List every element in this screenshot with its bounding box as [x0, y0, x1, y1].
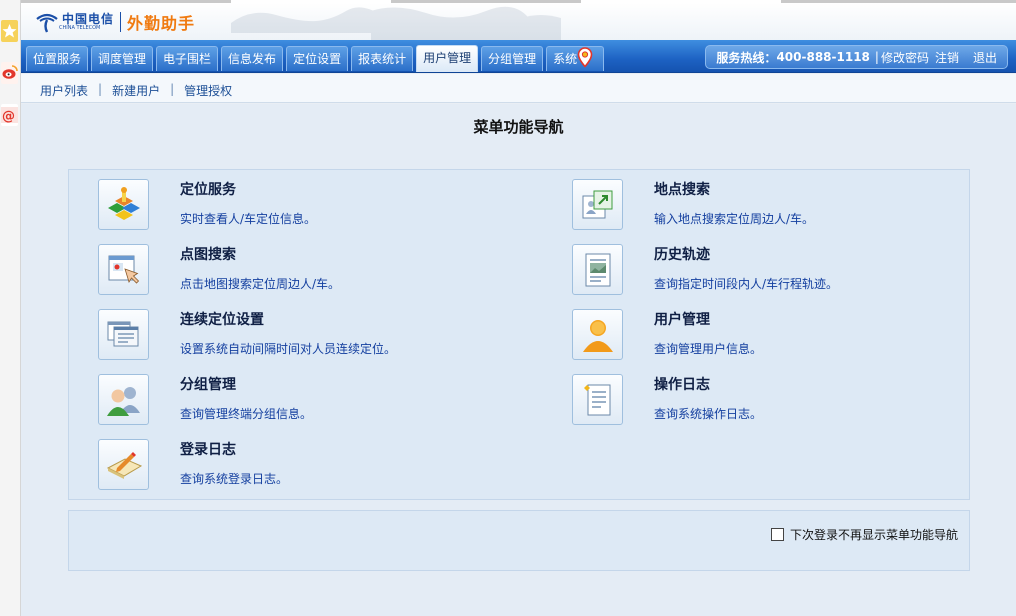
tab-info-publish[interactable]: 信息发布	[221, 46, 284, 71]
subnav-separator: |	[98, 82, 103, 96]
menu-item-history-track: 历史轨迹 查询指定时间段内人/车行程轨迹。	[572, 244, 992, 299]
user-icon[interactable]	[572, 309, 623, 360]
menu-title[interactable]: 登录日志	[180, 439, 236, 459]
history-document-icon[interactable]	[572, 244, 623, 295]
menu-title[interactable]: 分组管理	[180, 374, 236, 394]
hide-nav-checkbox[interactable]	[770, 528, 784, 541]
subnav-manage-authorization[interactable]: 管理授权	[184, 82, 232, 99]
browser-sidebar: @	[0, 0, 21, 616]
logo-divider	[120, 12, 122, 32]
map-click-icon[interactable]	[98, 244, 149, 295]
app-header: 中国电信 CHINA TELECOM 外勤助手	[21, 3, 1016, 40]
place-search-icon[interactable]	[572, 179, 623, 230]
menu-title[interactable]: 历史轨迹	[654, 244, 710, 264]
change-password-link[interactable]: 修改密码	[881, 49, 929, 66]
tab-geofence[interactable]: 电子围栏	[156, 46, 219, 71]
login-log-icon[interactable]	[98, 439, 149, 490]
users-group-icon[interactable]	[98, 374, 149, 425]
app-name: 外勤助手	[127, 14, 196, 33]
menu-item-map-click-search: 点图搜索 点击地图搜索定位周边人/车。	[98, 244, 518, 299]
hotline-number: 400-888-1118	[776, 50, 870, 64]
sub-nav: 用户列表 | 新建用户 | 管理授权	[21, 74, 1016, 103]
menu-desc: 输入地点搜索定位周边人/车。	[654, 212, 815, 226]
menu-title[interactable]: 点图搜索	[180, 244, 236, 264]
menu-title[interactable]: 定位服务	[180, 179, 236, 199]
menu-navigation-panel: 定位服务 实时查看人/车定位信息。 点图搜索 点击地图搜索定位周边人/车。 连续…	[68, 169, 970, 500]
china-telecom-logo-icon	[36, 13, 58, 33]
logo-chinese-text: 中国电信	[62, 12, 115, 26]
tab-system[interactable]: 系统	[546, 46, 605, 71]
tab-dispatch-management[interactable]: 调度管理	[91, 46, 154, 71]
menu-desc: 查询系统操作日志。	[654, 407, 763, 421]
menu-desc: 实时查看人/车定位信息。	[180, 212, 317, 226]
hotline-label: 服务热线：	[716, 50, 777, 65]
hotline-separator: |	[874, 50, 879, 64]
exit-link[interactable]: 退出	[973, 49, 997, 66]
tab-user-management[interactable]: 用户管理	[416, 45, 479, 72]
subnav-new-user[interactable]: 新建用户	[112, 82, 160, 99]
subnav-user-list[interactable]: 用户列表	[40, 82, 88, 99]
menu-desc: 查询管理终端分组信息。	[180, 407, 313, 421]
nav-tabs: 位置服务 调度管理 电子围栏 信息发布 定位设置 报表统计 用户管理 分组管理 …	[26, 45, 607, 72]
favorites-star-icon[interactable]	[1, 20, 18, 42]
menu-desc: 查询指定时间段内人/车行程轨迹。	[654, 277, 839, 291]
menu-title[interactable]: 连续定位设置	[180, 309, 264, 329]
app-logo[interactable]: 中国电信 CHINA TELECOM 外勤助手	[35, 10, 195, 34]
menu-desc: 查询系统登录日志。	[180, 472, 289, 486]
svg-text:@: @	[2, 109, 15, 124]
weibo-icon[interactable]	[1, 62, 18, 84]
tab-location-settings[interactable]: 定位设置	[286, 46, 349, 71]
hide-nav-option: 下次登录不再显示菜单功能导航	[770, 526, 958, 543]
menu-item-operation-log: 操作日志 查询系统操作日志。	[572, 374, 992, 429]
menu-item-place-search: 地点搜索 输入地点搜索定位周边人/车。	[572, 179, 992, 234]
location-blocks-icon[interactable]	[98, 179, 149, 230]
tab-report-statistics[interactable]: 报表统计	[351, 46, 414, 71]
menu-item-user-management: 用户管理 查询管理用户信息。	[572, 309, 992, 364]
menu-title[interactable]: 地点搜索	[654, 179, 710, 199]
preference-panel: 下次登录不再显示菜单功能导航	[68, 510, 970, 571]
menu-item-location-service: 定位服务 实时查看人/车定位信息。	[98, 179, 518, 234]
tab-system-label: 系统	[553, 52, 578, 66]
hotline-bar: 服务热线： 400-888-1118 | 修改密码 注销 退出	[705, 45, 1008, 69]
tab-location-service[interactable]: 位置服务	[26, 46, 89, 71]
menu-title[interactable]: 用户管理	[654, 309, 710, 329]
menu-item-continuous-location: 连续定位设置 设置系统自动间隔时间对人员连续定位。	[98, 309, 518, 364]
logout-link[interactable]: 注销	[935, 49, 959, 66]
email-at-icon[interactable]: @	[1, 104, 18, 126]
location-pin-icon	[577, 47, 593, 68]
menu-item-group-management: 分组管理 查询管理终端分组信息。	[98, 374, 518, 429]
windows-stack-icon[interactable]	[98, 309, 149, 360]
main-nav: 位置服务 调度管理 电子围栏 信息发布 定位设置 报表统计 用户管理 分组管理 …	[21, 40, 1016, 73]
menu-item-login-log: 登录日志 查询系统登录日志。	[98, 439, 518, 494]
page-title: 菜单功能导航	[473, 118, 564, 136]
main-content: 菜单功能导航 定位服务 实时查看人/车定位信息。 点图搜索 点击地图搜索定位周边…	[21, 104, 1016, 616]
world-map-watermark	[231, 6, 561, 40]
tab-group-management[interactable]: 分组管理	[481, 46, 544, 71]
operation-log-icon[interactable]	[572, 374, 623, 425]
menu-desc: 查询管理用户信息。	[654, 342, 763, 356]
menu-desc: 点击地图搜索定位周边人/车。	[180, 277, 341, 291]
menu-title[interactable]: 操作日志	[654, 374, 710, 394]
menu-desc: 设置系统自动间隔时间对人员连续定位。	[180, 342, 397, 356]
subnav-separator: |	[170, 82, 175, 96]
hide-nav-checkbox-label[interactable]: 下次登录不再显示菜单功能导航	[790, 526, 958, 543]
